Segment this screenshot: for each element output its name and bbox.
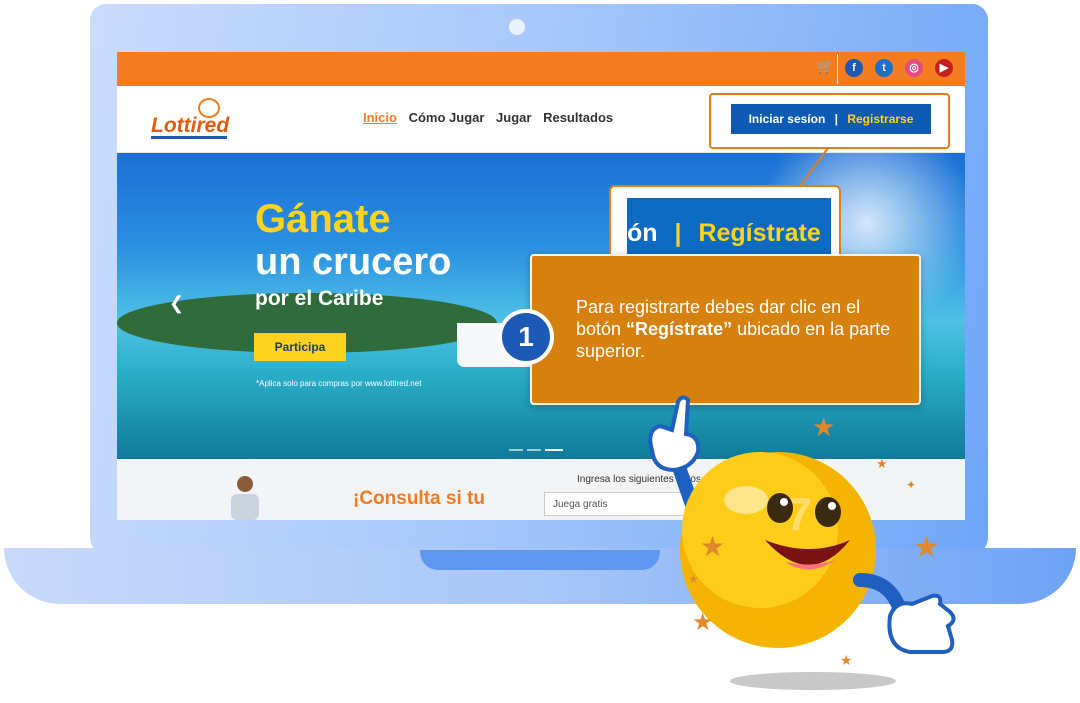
star-icon: ★ bbox=[913, 531, 940, 564]
twitter-icon[interactable]: t bbox=[875, 59, 893, 77]
nav-como-jugar[interactable]: Cómo Jugar bbox=[409, 110, 485, 125]
facebook-icon[interactable]: f bbox=[845, 59, 863, 77]
youtube-icon[interactable]: ▶ bbox=[935, 59, 953, 77]
star-icon: ★ bbox=[876, 456, 888, 471]
hero-title-line1: Gánate bbox=[255, 197, 391, 241]
participa-button[interactable]: Participa bbox=[254, 333, 346, 361]
carousel-prev-icon[interactable]: ❮ bbox=[169, 293, 184, 314]
top-bar: 🛒 f t ◎ ▶ bbox=[117, 52, 965, 86]
consulta-title: ¡Consulta si tu bbox=[353, 488, 485, 509]
star-icon: ★ bbox=[840, 652, 853, 668]
tooltip-text: Para registrarte debes dar clic en el bo… bbox=[576, 296, 902, 362]
star-icon: ✦ bbox=[906, 478, 917, 492]
star-icon: ★ bbox=[700, 531, 726, 562]
lottired-logo[interactable]: Lottired bbox=[147, 94, 257, 146]
svg-text:Lottired: Lottired bbox=[151, 114, 230, 137]
topbar-divider bbox=[837, 54, 838, 84]
carousel-dot[interactable] bbox=[527, 449, 541, 451]
star-icon: ★ bbox=[692, 609, 714, 636]
zoom-register-label: Regístrate bbox=[698, 219, 821, 247]
main-nav: Inicio Cómo Jugar Jugar Resultados bbox=[363, 110, 621, 125]
hero-title-line3: por el Caribe bbox=[255, 287, 384, 310]
instagram-icon[interactable]: ◎ bbox=[905, 59, 923, 77]
nav-jugar[interactable]: Jugar bbox=[496, 110, 531, 125]
zoom-separator: | bbox=[674, 219, 682, 247]
zoom-prefix: ón bbox=[627, 219, 658, 247]
star-icon: ★ bbox=[688, 572, 699, 586]
callout-connector bbox=[799, 148, 829, 187]
nav-resultados[interactable]: Resultados bbox=[543, 110, 613, 125]
star-icon: ★ bbox=[812, 412, 836, 442]
cart-icon[interactable]: 🛒 bbox=[817, 59, 833, 75]
person-photo bbox=[231, 476, 259, 520]
hero-title-line2: un crucero bbox=[255, 241, 452, 283]
hero-note: *Aplica solo para compras por www.lottir… bbox=[256, 379, 422, 388]
carousel-dots bbox=[509, 438, 567, 456]
carousel-dot[interactable] bbox=[509, 449, 523, 451]
instruction-tooltip: Para registrarte debes dar clic en el bo… bbox=[530, 254, 921, 405]
camera-dot bbox=[509, 19, 525, 35]
step-number-badge: 1 bbox=[498, 309, 554, 365]
tip-bold: “Regístrate” bbox=[626, 319, 733, 339]
nav-inicio[interactable]: Inicio bbox=[363, 110, 397, 125]
register-highlight-box bbox=[709, 93, 950, 149]
